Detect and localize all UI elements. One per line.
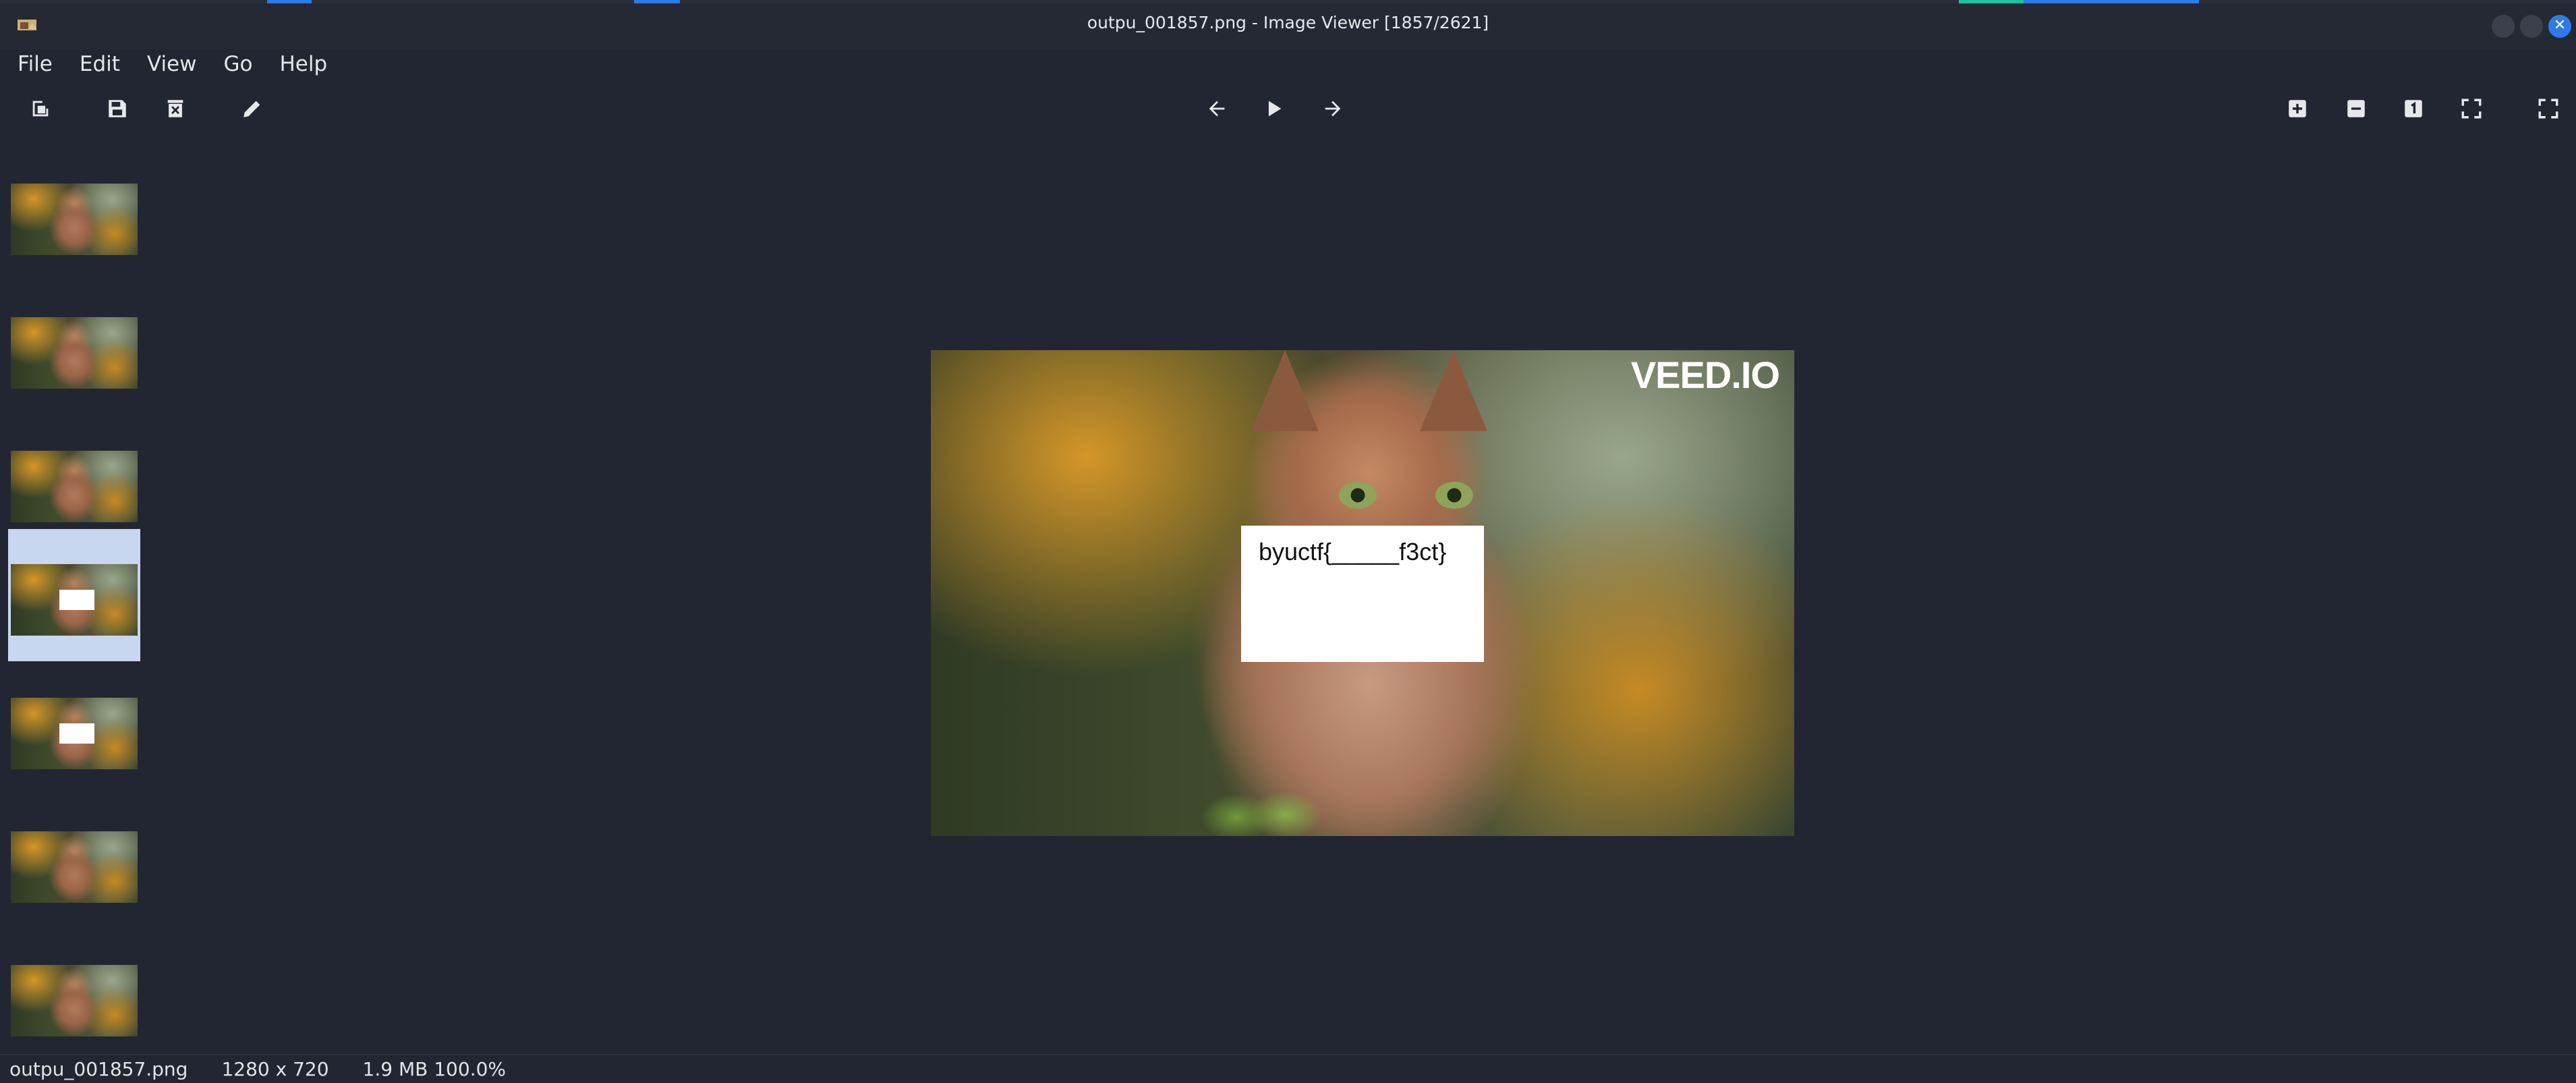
thumbnail-image bbox=[11, 831, 138, 903]
menu-file[interactable]: File bbox=[18, 52, 53, 76]
status-filename: outpu_001857.png bbox=[9, 1058, 188, 1080]
minimize-button[interactable] bbox=[2492, 15, 2515, 38]
thumbnail-image bbox=[11, 965, 138, 1036]
thumbnail-item[interactable] bbox=[8, 282, 140, 414]
zoom-in-icon bbox=[2289, 100, 2306, 117]
title-bar: outpu_001857.png - Image Viewer [1857/26… bbox=[0, 3, 2576, 49]
close-button[interactable]: ✕ bbox=[2548, 15, 2571, 38]
edit-icon bbox=[244, 101, 260, 117]
edit-button[interactable] bbox=[236, 92, 268, 125]
save-icon bbox=[109, 100, 126, 117]
status-size-zoom: 1.9 MB 100.0% bbox=[362, 1058, 507, 1080]
fit-window-icon bbox=[2461, 99, 2482, 119]
thumbnail-image bbox=[11, 564, 138, 636]
overlay-note-box: byuctf{_____f3ct} bbox=[1241, 526, 1484, 662]
status-dimensions: 1280 x 720 bbox=[221, 1058, 329, 1080]
fit-window-button[interactable] bbox=[2455, 92, 2488, 125]
open-icon bbox=[32, 101, 49, 117]
toolbar bbox=[0, 84, 2576, 132]
thumbnail-image bbox=[11, 451, 138, 522]
thumbnail-item[interactable] bbox=[8, 148, 140, 281]
close-icon: ✕ bbox=[2553, 17, 2567, 34]
thumbnail-item[interactable] bbox=[8, 416, 140, 548]
thumbnail-image bbox=[11, 184, 138, 255]
menu-go[interactable]: Go bbox=[224, 52, 253, 76]
menu-bar: File Edit View Go Help bbox=[0, 49, 2576, 79]
window-title: outpu_001857.png - Image Viewer [1857/26… bbox=[1087, 13, 1489, 32]
fullscreen-button[interactable] bbox=[2532, 92, 2565, 125]
thumbnail-item[interactable] bbox=[8, 930, 140, 1062]
maximize-button[interactable] bbox=[2520, 15, 2543, 38]
menu-view[interactable]: View bbox=[147, 52, 197, 76]
zoom-out-button[interactable] bbox=[2340, 92, 2372, 125]
open-button[interactable] bbox=[24, 92, 57, 125]
thumbnail-image bbox=[11, 317, 138, 389]
fullscreen-icon bbox=[2538, 99, 2558, 119]
slideshow-play-icon bbox=[1268, 101, 1282, 117]
delete-button[interactable] bbox=[159, 92, 192, 125]
zoom-out-icon bbox=[2347, 100, 2365, 117]
previous-icon bbox=[1209, 101, 1225, 117]
original-size-icon bbox=[2405, 100, 2422, 117]
previous-button[interactable] bbox=[1201, 92, 1233, 125]
menu-help[interactable]: Help bbox=[280, 52, 328, 76]
next-button[interactable] bbox=[1317, 92, 1349, 125]
original-size-button[interactable] bbox=[2397, 92, 2430, 125]
thumbnail-item[interactable] bbox=[8, 796, 140, 928]
slideshow-button[interactable] bbox=[1257, 92, 1290, 125]
thumbnail-image bbox=[11, 698, 138, 769]
thumbnail-strip[interactable] bbox=[0, 148, 155, 1053]
menu-edit[interactable]: Edit bbox=[80, 52, 120, 76]
next-icon bbox=[1325, 101, 1341, 117]
status-bar: outpu_001857.png 1280 x 720 1.9 MB 100.0… bbox=[0, 1054, 2576, 1083]
delete-icon bbox=[167, 100, 183, 117]
overlay-note-text: byuctf{_____f3ct} bbox=[1259, 538, 1447, 565]
thumbnail-item[interactable] bbox=[8, 663, 140, 795]
thumbnail-item-selected[interactable] bbox=[8, 529, 140, 661]
save-button[interactable] bbox=[101, 92, 134, 125]
watermark-text: VEED.IO bbox=[1630, 354, 1780, 396]
zoom-in-button[interactable] bbox=[2281, 92, 2314, 125]
main-image[interactable]: VEED.IO byuctf{_____f3ct} bbox=[931, 350, 1794, 836]
